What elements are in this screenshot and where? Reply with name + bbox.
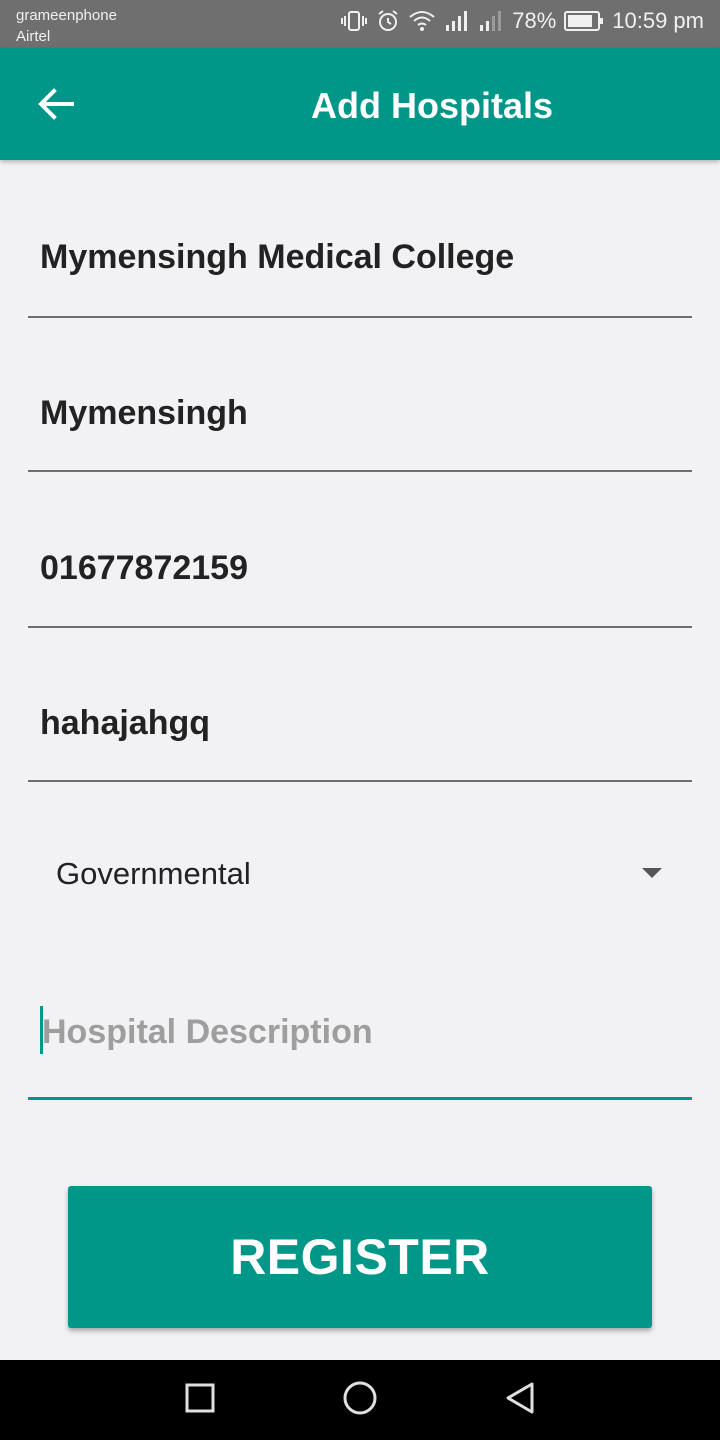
alarm-icon [376, 9, 400, 33]
phone-field[interactable]: 01677872159 [28, 527, 692, 628]
wifi-icon [408, 9, 436, 33]
extra-text-field[interactable]: hahajahgq [28, 682, 692, 782]
nav-back-button[interactable] [500, 1380, 540, 1420]
hospital-name-field[interactable]: Mymensingh Medical College [28, 216, 692, 318]
hospital-type-selected: Governmental [56, 856, 251, 891]
home-icon [342, 1380, 378, 1421]
carrier-2: Airtel [16, 28, 51, 45]
signal-icon-2 [478, 9, 504, 33]
register-button[interactable]: REGISTER [68, 1186, 652, 1328]
carrier-1: grameenphone [16, 7, 117, 24]
extra-text-value: hahajahgq [40, 704, 211, 742]
back-icon [504, 1381, 536, 1420]
recent-apps-button[interactable] [180, 1380, 220, 1420]
home-button[interactable] [340, 1380, 380, 1420]
recent-apps-icon [184, 1382, 216, 1419]
carrier-names: grameenphone Airtel [16, 5, 117, 47]
battery-icon [564, 9, 604, 33]
hospital-name-value: Mymensingh Medical College [40, 238, 515, 276]
location-value: Mymensingh [40, 394, 248, 432]
dropdown-arrow-icon [642, 868, 662, 878]
description-field[interactable] [28, 990, 692, 1100]
location-field[interactable]: Mymensingh [28, 372, 692, 472]
app-bar: Add Hospitals [0, 48, 720, 160]
system-nav-bar [0, 1360, 720, 1440]
page-title: Add Hospitals [310, 85, 553, 126]
hospital-type-dropdown[interactable]: Governmental [28, 836, 692, 916]
signal-icon [444, 9, 470, 33]
description-input[interactable] [42, 1004, 682, 1060]
status-bar: grameenphone Airtel 78% 10:59 pm [0, 0, 720, 48]
status-icons: 78% 10:59 pm [340, 8, 704, 34]
clock: 10:59 pm [612, 8, 704, 33]
vibrate-icon [340, 9, 368, 33]
phone-value: 01677872159 [40, 549, 249, 587]
battery-percent: 78% [512, 8, 557, 33]
